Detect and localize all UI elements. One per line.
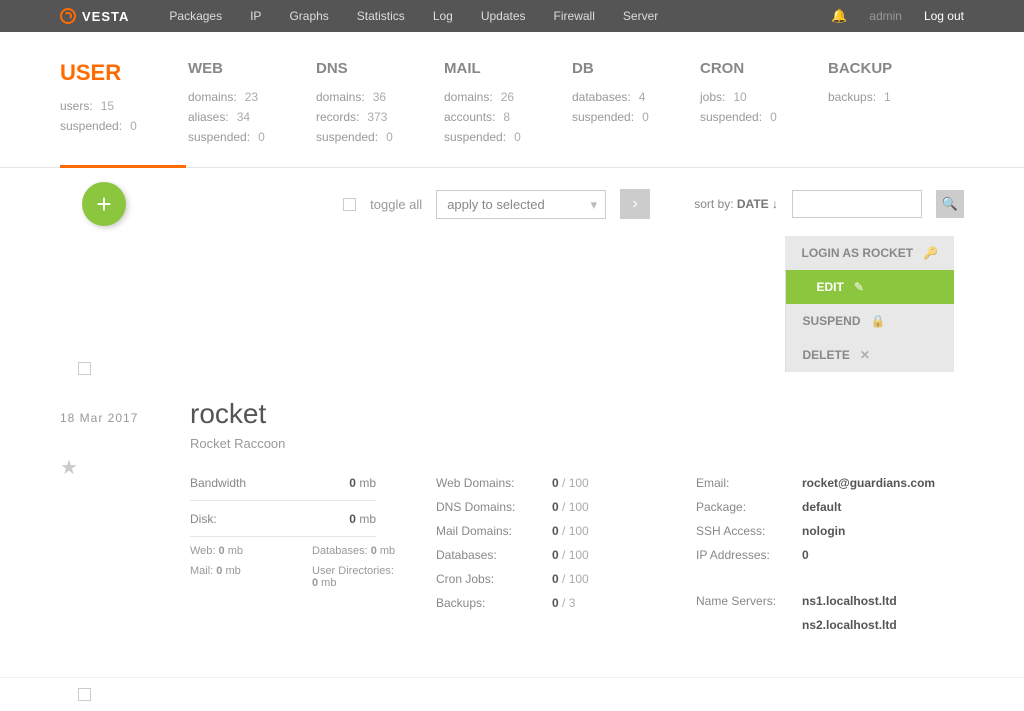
logo[interactable]: VESTA xyxy=(60,8,129,24)
ip-value: 0 xyxy=(802,548,809,562)
star-icon[interactable]: ★ xyxy=(60,455,190,480)
search-button[interactable]: 🔍 xyxy=(936,190,964,218)
suspend-button[interactable]: SUSPEND 🔒 xyxy=(785,304,954,338)
tab-cron[interactable]: CRON jobs:10 suspended:0 xyxy=(700,60,828,147)
delete-button[interactable]: DELETE ✕ xyxy=(785,338,954,372)
sort-by[interactable]: sort by: DATE ↓ xyxy=(694,197,778,211)
disk-value: 0 xyxy=(349,512,356,526)
tab-dns[interactable]: DNS domains:36 records:373 suspended:0 xyxy=(316,60,444,147)
tab-db-title: DB xyxy=(572,60,700,77)
nav-log[interactable]: Log xyxy=(433,9,453,23)
username: rocket xyxy=(190,398,964,430)
tab-mail[interactable]: MAIL domains:26 accounts:8 suspended:0 xyxy=(444,60,572,147)
nav-ip[interactable]: IP xyxy=(250,9,261,23)
disk-label: Disk: xyxy=(190,512,217,526)
key-icon: 🔑 xyxy=(923,246,938,260)
userdir-usage: User Directories: 0 mb xyxy=(312,565,402,589)
logout-link[interactable]: Log out xyxy=(924,9,964,23)
nav-updates[interactable]: Updates xyxy=(481,9,526,23)
tab-backup[interactable]: BACKUP backups:1 xyxy=(828,60,956,147)
tab-dns-title: DNS xyxy=(316,60,444,77)
edit-button[interactable]: EDIT ✎ xyxy=(785,270,954,304)
tab-mail-title: MAIL xyxy=(444,60,572,77)
quota-column: Web Domains:0 / 100 DNS Domains:0 / 100 … xyxy=(436,471,636,637)
brand-text: VESTA xyxy=(82,9,129,24)
row-checkbox[interactable] xyxy=(78,688,91,701)
web-usage: Web: 0 mb xyxy=(190,545,280,557)
tab-db[interactable]: DB databases:4 suspended:0 xyxy=(572,60,700,147)
nav-statistics[interactable]: Statistics xyxy=(357,9,405,23)
details-column: Email:rocket@guardians.com Package:defau… xyxy=(696,471,956,637)
user-entry: 18 Mar 2017 ★ rocket Rocket Raccoon Band… xyxy=(0,372,1024,667)
tab-cron-title: CRON xyxy=(700,60,828,77)
login-as-button[interactable]: LOGIN AS ROCKET 🔑 xyxy=(785,236,954,270)
toggle-all-label: toggle all xyxy=(370,197,422,212)
bulk-apply-button[interactable]: › xyxy=(620,189,650,219)
pencil-icon: ✎ xyxy=(854,280,864,294)
ns1-value: ns1.localhost.ltd xyxy=(802,594,897,608)
bulk-action-select[interactable]: apply to selected xyxy=(436,190,606,219)
nav-graphs[interactable]: Graphs xyxy=(289,9,328,23)
entry-date: 18 Mar 2017 xyxy=(60,411,190,425)
nav-packages[interactable]: Packages xyxy=(169,9,222,23)
current-user[interactable]: admin xyxy=(869,9,902,23)
row-actions: LOGIN AS ROCKET 🔑 EDIT ✎ SUSPEND 🔒 DELET… xyxy=(785,236,954,372)
notifications-icon[interactable]: 🔔 xyxy=(831,8,847,24)
bandwidth-value: 0 xyxy=(349,476,356,490)
nav-server[interactable]: Server xyxy=(623,9,658,23)
ssh-value: nologin xyxy=(802,524,845,538)
ns2-value: ns2.localhost.ltd xyxy=(802,618,897,632)
toolbar: + toggle all apply to selected › sort by… xyxy=(0,168,1024,236)
plus-icon: + xyxy=(96,189,111,220)
nav-links: Packages IP Graphs Statistics Log Update… xyxy=(169,9,658,23)
email-value: rocket@guardians.com xyxy=(802,476,935,490)
db-usage: Databases: 0 mb xyxy=(312,545,402,557)
bandwidth-label: Bandwidth xyxy=(190,476,246,490)
toggle-all-checkbox[interactable] xyxy=(343,198,356,211)
tab-user[interactable]: USER users:15 suspended:0 xyxy=(60,60,188,147)
fullname: Rocket Raccoon xyxy=(190,436,964,451)
category-tabs: USER users:15 suspended:0 WEB domains:23… xyxy=(0,32,1024,168)
lock-icon: 🔒 xyxy=(871,314,886,328)
tab-web-title: WEB xyxy=(188,60,316,77)
top-nav: VESTA Packages IP Graphs Statistics Log … xyxy=(0,0,1024,32)
chevron-right-icon: › xyxy=(633,195,638,213)
tab-user-title: USER xyxy=(60,60,188,86)
row-checkbox[interactable] xyxy=(78,362,91,375)
close-icon: ✕ xyxy=(860,348,870,362)
nav-firewall[interactable]: Firewall xyxy=(554,9,595,23)
tab-backup-title: BACKUP xyxy=(828,60,956,77)
tab-web[interactable]: WEB domains:23 aliases:34 suspended:0 xyxy=(188,60,316,147)
next-entry xyxy=(0,677,1024,711)
search-input[interactable] xyxy=(792,190,922,218)
search-icon: 🔍 xyxy=(942,196,958,212)
add-button[interactable]: + xyxy=(82,182,126,226)
package-value: default xyxy=(802,500,841,514)
mail-usage: Mail: 0 mb xyxy=(190,565,280,577)
logo-icon xyxy=(60,8,76,24)
